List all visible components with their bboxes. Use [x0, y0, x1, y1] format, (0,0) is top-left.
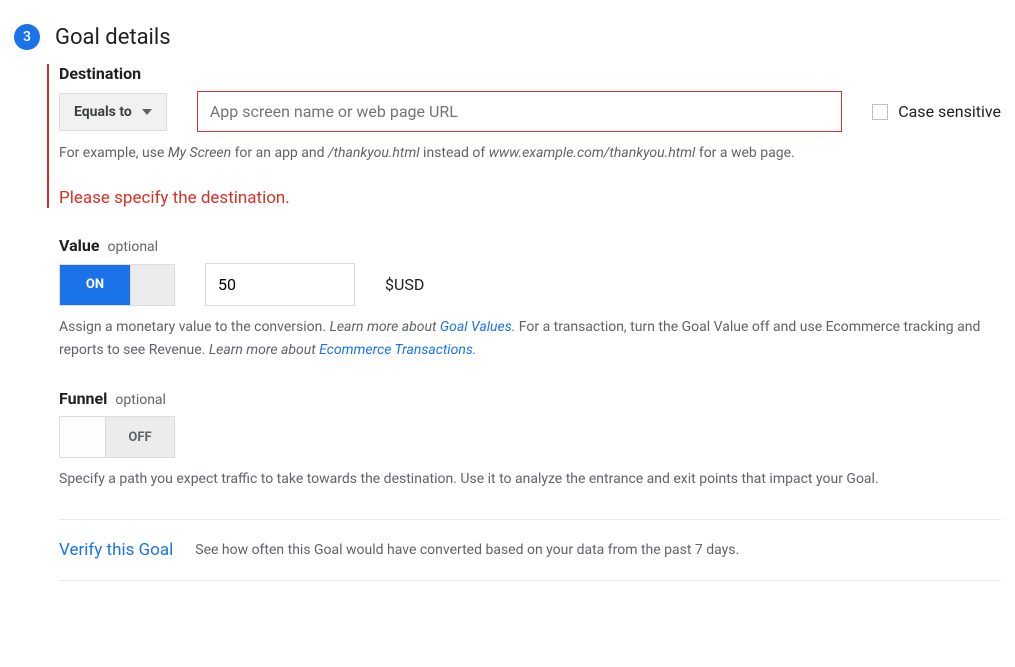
value-toggle[interactable]: ON	[59, 264, 175, 306]
destination-error: Please specify the destination.	[59, 188, 1001, 208]
funnel-helper: Specify a path you expect traffic to tak…	[59, 468, 1001, 490]
destination-title: Destination	[59, 64, 1001, 83]
funnel-toggle[interactable]: OFF	[59, 416, 175, 458]
case-sensitive-checkbox[interactable]	[872, 104, 888, 120]
value-amount-input[interactable]	[205, 263, 355, 306]
destination-section: Destination Equals to Case sensitive For…	[47, 64, 1001, 208]
verify-desc: See how often this Goal would have conve…	[195, 542, 739, 558]
destination-helper: For example, use My Screen for an app an…	[59, 142, 1001, 164]
goal-values-link[interactable]: Goal Values.	[440, 319, 515, 335]
case-sensitive-label: Case sensitive	[898, 102, 1001, 121]
destination-match-label: Equals to	[74, 104, 132, 120]
ecommerce-transactions-link[interactable]: Ecommerce Transactions.	[319, 342, 476, 358]
verify-goal-link[interactable]: Verify this Goal	[59, 540, 173, 560]
value-section: Value optional ON $USD Assign a monetary…	[59, 236, 1001, 361]
value-optional: optional	[108, 239, 159, 255]
value-currency: $USD	[385, 275, 424, 294]
destination-url-input[interactable]	[197, 91, 842, 132]
value-toggle-on: ON	[60, 265, 130, 305]
case-sensitive-wrap: Case sensitive	[872, 102, 1001, 121]
destination-row: Equals to Case sensitive	[59, 91, 1001, 132]
destination-match-dropdown[interactable]: Equals to	[59, 93, 167, 131]
chevron-down-icon	[142, 109, 152, 115]
step-number-badge: 3	[14, 24, 40, 50]
value-helper: Assign a monetary value to the conversio…	[59, 316, 1001, 361]
funnel-toggle-empty	[60, 417, 106, 457]
verify-row: Verify this Goal See how often this Goal…	[59, 520, 1001, 581]
funnel-title-row: Funnel optional	[59, 389, 1001, 408]
funnel-toggle-off: OFF	[106, 417, 174, 457]
funnel-title: Funnel	[59, 389, 107, 408]
value-toggle-empty	[130, 265, 174, 305]
value-title: Value	[59, 236, 100, 255]
funnel-optional: optional	[115, 392, 166, 408]
step-header: 3 Goal details	[14, 24, 1001, 50]
value-title-row: Value optional	[59, 236, 1001, 255]
funnel-row: OFF	[59, 416, 1001, 458]
goal-details-content: Destination Equals to Case sensitive For…	[59, 64, 1001, 581]
value-row: ON $USD	[59, 263, 1001, 306]
funnel-section: Funnel optional OFF Specify a path you e…	[59, 389, 1001, 490]
step-title: Goal details	[55, 25, 171, 50]
